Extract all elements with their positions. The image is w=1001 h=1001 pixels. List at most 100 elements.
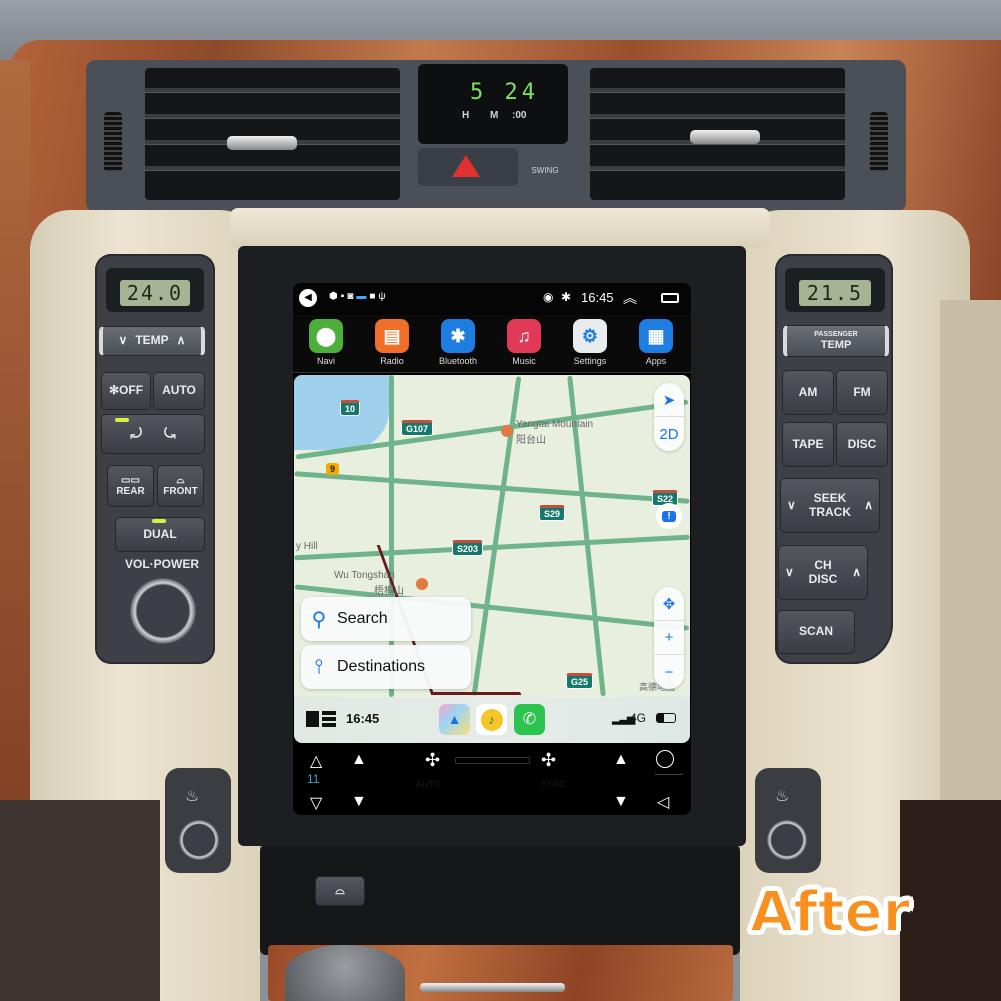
expand-up-icon[interactable]: ︽ — [623, 288, 637, 308]
fm-button[interactable]: FM — [836, 370, 888, 415]
map-view-controls: ➤ 2D — [654, 383, 684, 451]
am-button[interactable]: AM — [782, 370, 834, 415]
driver-seat-heat-knob[interactable] — [179, 820, 219, 860]
radio-icon: ▤ — [375, 319, 409, 353]
front-defrost-icon: ⌓ — [176, 475, 185, 486]
app-label: Navi — [316, 356, 335, 366]
carplay-dock: 16:45 ▲ ♪ ✆ ▂▃▅ 4G — [294, 697, 690, 743]
passenger-label: PASSENGER — [814, 331, 858, 339]
leather-top-trim — [230, 208, 770, 248]
swing-button[interactable]: SWING — [520, 148, 570, 186]
temp-up-icon[interactable]: ∧ — [177, 334, 186, 347]
leather-door — [940, 300, 1001, 800]
fresh-air-icon: ⤿ — [164, 425, 176, 442]
app-radio[interactable]: ▤ Radio — [367, 319, 417, 366]
auto-dim-label[interactable]: AUTO — [416, 779, 441, 789]
front-defrost-button[interactable]: ⌓ FRONT — [157, 465, 204, 507]
scan-button[interactable]: SCAN — [777, 610, 855, 654]
left-vent-wheel[interactable] — [104, 112, 122, 172]
passenger-temp-rocker[interactable]: PASSENGER TEMP — [783, 325, 889, 357]
right-temp-up-icon[interactable]: ▲ — [613, 751, 629, 769]
hotspot-icon: ◉ — [543, 290, 554, 304]
status-time: 16:45 — [581, 290, 614, 305]
seat-heater-icon: ♨ — [185, 788, 200, 805]
network-label: 4G — [630, 711, 647, 725]
mountain-poi-icon[interactable] — [416, 578, 428, 590]
poi-label: y Hill — [296, 541, 318, 552]
zoom-in-button[interactable]: + — [654, 621, 684, 655]
temp-down-icon[interactable]: ∨ — [119, 334, 128, 347]
phone-icon[interactable]: ✆ — [514, 704, 545, 735]
map-zoom-controls: ✥ + − — [654, 587, 684, 689]
hazard-triangle-icon — [452, 155, 480, 177]
mountain-poi-icon[interactable] — [501, 425, 513, 437]
volume-power-knob[interactable] — [130, 578, 196, 644]
fan-off-button[interactable]: ✻OFF — [101, 372, 151, 410]
disc-button[interactable]: DISC — [836, 422, 888, 467]
app-bluetooth[interactable]: ✱ Bluetooth — [433, 319, 483, 366]
recent-apps-icon[interactable] — [661, 293, 679, 303]
app-apps[interactable]: ▦ Apps — [631, 319, 681, 366]
driver-temp-rocker[interactable]: ∨ TEMP ∧ — [99, 326, 205, 356]
pan-icon[interactable]: ✥ — [654, 587, 684, 621]
wiper-icon: ⌓ — [335, 883, 345, 898]
report-button[interactable]: ! — [656, 503, 682, 529]
rear-defrost-button[interactable]: ▭▭ REAR — [107, 465, 154, 507]
gear-shifter[interactable] — [285, 945, 405, 1001]
seek-up-icon[interactable]: ∧ — [864, 498, 873, 512]
destinations-button[interactable]: ⫯ Destinations — [301, 645, 471, 689]
sync-dim-label[interactable]: SYNC — [541, 779, 566, 789]
clock-minute-button[interactable]: M — [490, 110, 498, 121]
fan-icon[interactable]: ✣ — [425, 750, 440, 771]
driver-temp-value: 24.0 — [120, 280, 190, 306]
locate-icon[interactable]: ➤ — [654, 383, 684, 417]
right-vent-wheel[interactable] — [870, 112, 888, 172]
back-icon[interactable]: ◀ — [299, 289, 317, 307]
passenger-temp-lcd: 21.5 — [785, 268, 885, 312]
rear-defrost-icon: ▭▭ — [121, 475, 140, 486]
ch-down-icon[interactable]: ∨ — [785, 565, 794, 579]
dashboard-layout-icon[interactable] — [306, 711, 336, 727]
fan-up-icon[interactable]: ▲ — [351, 751, 367, 769]
wiper-button[interactable]: ⌓ — [315, 876, 365, 906]
screenshot-icon: ◙ — [347, 291, 357, 302]
clock-hour-button[interactable]: H — [462, 110, 469, 121]
seek-track-rocker[interactable]: ∨ SEEK TRACK ∧ — [780, 478, 880, 533]
app-label: Settings — [573, 356, 607, 366]
home-button[interactable] — [656, 750, 674, 768]
zoom-out-button[interactable]: − — [654, 655, 684, 689]
search-label: Search — [337, 610, 388, 627]
view-mode-button[interactable]: 2D — [654, 417, 684, 451]
search-button[interactable]: ⚲ Search — [301, 597, 471, 641]
right-vent-knob[interactable] — [690, 130, 760, 144]
temp-up-outline-icon[interactable]: △ — [310, 751, 322, 771]
right-temp-down-icon[interactable]: ▼ — [613, 793, 629, 811]
map-view[interactable]: 10 G107 9 S29 S22 S203 G25 Yangtai Mount… — [294, 375, 690, 697]
ch-disc-rocker[interactable]: ∨ CH DISC ∧ — [778, 545, 868, 600]
right-air-vent[interactable] — [590, 68, 845, 200]
clock-zero-button[interactable]: :00 — [512, 110, 526, 121]
app-settings[interactable]: ⚙ Settings — [565, 319, 615, 366]
road-shield: 10 — [340, 400, 361, 416]
fan-speed-bar[interactable] — [455, 757, 530, 764]
app-music[interactable]: ♫ Music — [499, 319, 549, 366]
drawer-handle[interactable] — [420, 983, 565, 992]
left-vent-knob[interactable] — [227, 136, 297, 150]
app-navi[interactable]: ⬤ Navi — [301, 319, 351, 366]
back-nav-icon[interactable]: ◁ — [657, 792, 669, 812]
maps-icon[interactable]: ▲ — [439, 704, 470, 735]
dock-time: 16:45 — [346, 711, 380, 726]
message-icon: ▬ — [356, 291, 370, 302]
auto-button[interactable]: AUTO — [153, 372, 205, 410]
temp-down-outline-icon[interactable]: ▽ — [310, 793, 322, 813]
fan-icon[interactable]: ✣ — [541, 750, 556, 771]
ch-up-icon[interactable]: ∧ — [852, 565, 861, 579]
passenger-seat-heat-knob[interactable] — [767, 820, 807, 860]
front-label: FRONT — [163, 486, 198, 497]
qq-music-icon[interactable]: ♪ — [476, 704, 507, 735]
left-air-vent[interactable] — [145, 68, 400, 200]
bluetooth-icon: ✱ — [561, 290, 572, 304]
tape-button[interactable]: TAPE — [782, 422, 834, 467]
seek-down-icon[interactable]: ∨ — [787, 498, 796, 512]
fan-down-icon[interactable]: ▼ — [351, 793, 367, 811]
